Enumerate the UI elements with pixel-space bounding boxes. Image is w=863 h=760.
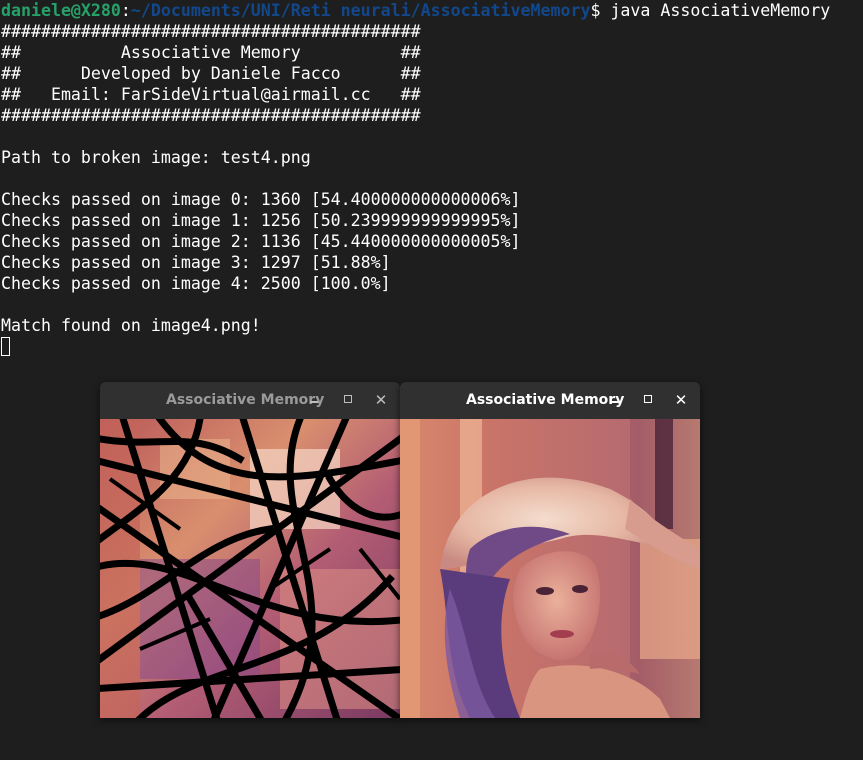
banner-title: ## Associative Memory ## <box>1 43 421 62</box>
window-title: Associative Memory <box>166 392 325 408</box>
maximize-icon[interactable] <box>637 389 659 411</box>
window-titlebar[interactable]: Associative Memory ✕ <box>400 382 700 419</box>
maximize-icon[interactable] <box>337 389 359 411</box>
command-text: java AssociativeMemory <box>610 1 831 20</box>
check-result-0: Checks passed on image 0: 1360 [54.40000… <box>1 190 521 209</box>
restored-image <box>400 419 700 718</box>
prompt-symbol: $ <box>590 1 611 20</box>
check-result-2: Checks passed on image 2: 1136 [45.44000… <box>1 232 521 251</box>
restored-image-window[interactable]: Associative Memory ✕ <box>400 382 700 718</box>
broken-image-window[interactable]: Associative Memory ✕ <box>100 382 400 718</box>
banner-email: ## Email: FarSideVirtual@airmail.cc ## <box>1 85 421 104</box>
broken-image <box>100 419 400 718</box>
banner-border-top: ########################################… <box>1 22 421 41</box>
close-icon[interactable]: ✕ <box>370 389 392 411</box>
check-result-3: Checks passed on image 3: 1297 [51.88%] <box>1 253 391 272</box>
minimize-icon[interactable] <box>603 389 625 411</box>
terminal-cursor <box>1 337 10 356</box>
prompt-line: daniele@X280:~/Documents/UNI/Reti neural… <box>1 0 830 21</box>
close-icon[interactable]: ✕ <box>670 389 692 411</box>
prompt-separator: : <box>120 1 131 20</box>
banner-author: ## Developed by Daniele Facco ## <box>1 64 421 83</box>
prompt-path: ~/Documents/UNI/Reti neurali/Associative… <box>130 1 591 20</box>
banner-border-bottom: ########################################… <box>1 106 421 125</box>
minimize-icon[interactable] <box>303 389 325 411</box>
match-result: Match found on image4.png! <box>1 316 261 335</box>
window-titlebar[interactable]: Associative Memory ✕ <box>100 382 400 419</box>
broken-image-path: Path to broken image: test4.png <box>1 148 311 167</box>
check-result-4: Checks passed on image 4: 2500 [100.0%] <box>1 274 391 293</box>
prompt-user: daniele@X280 <box>1 1 121 20</box>
window-title: Associative Memory <box>466 392 625 408</box>
check-result-1: Checks passed on image 1: 1256 [50.23999… <box>1 211 521 230</box>
